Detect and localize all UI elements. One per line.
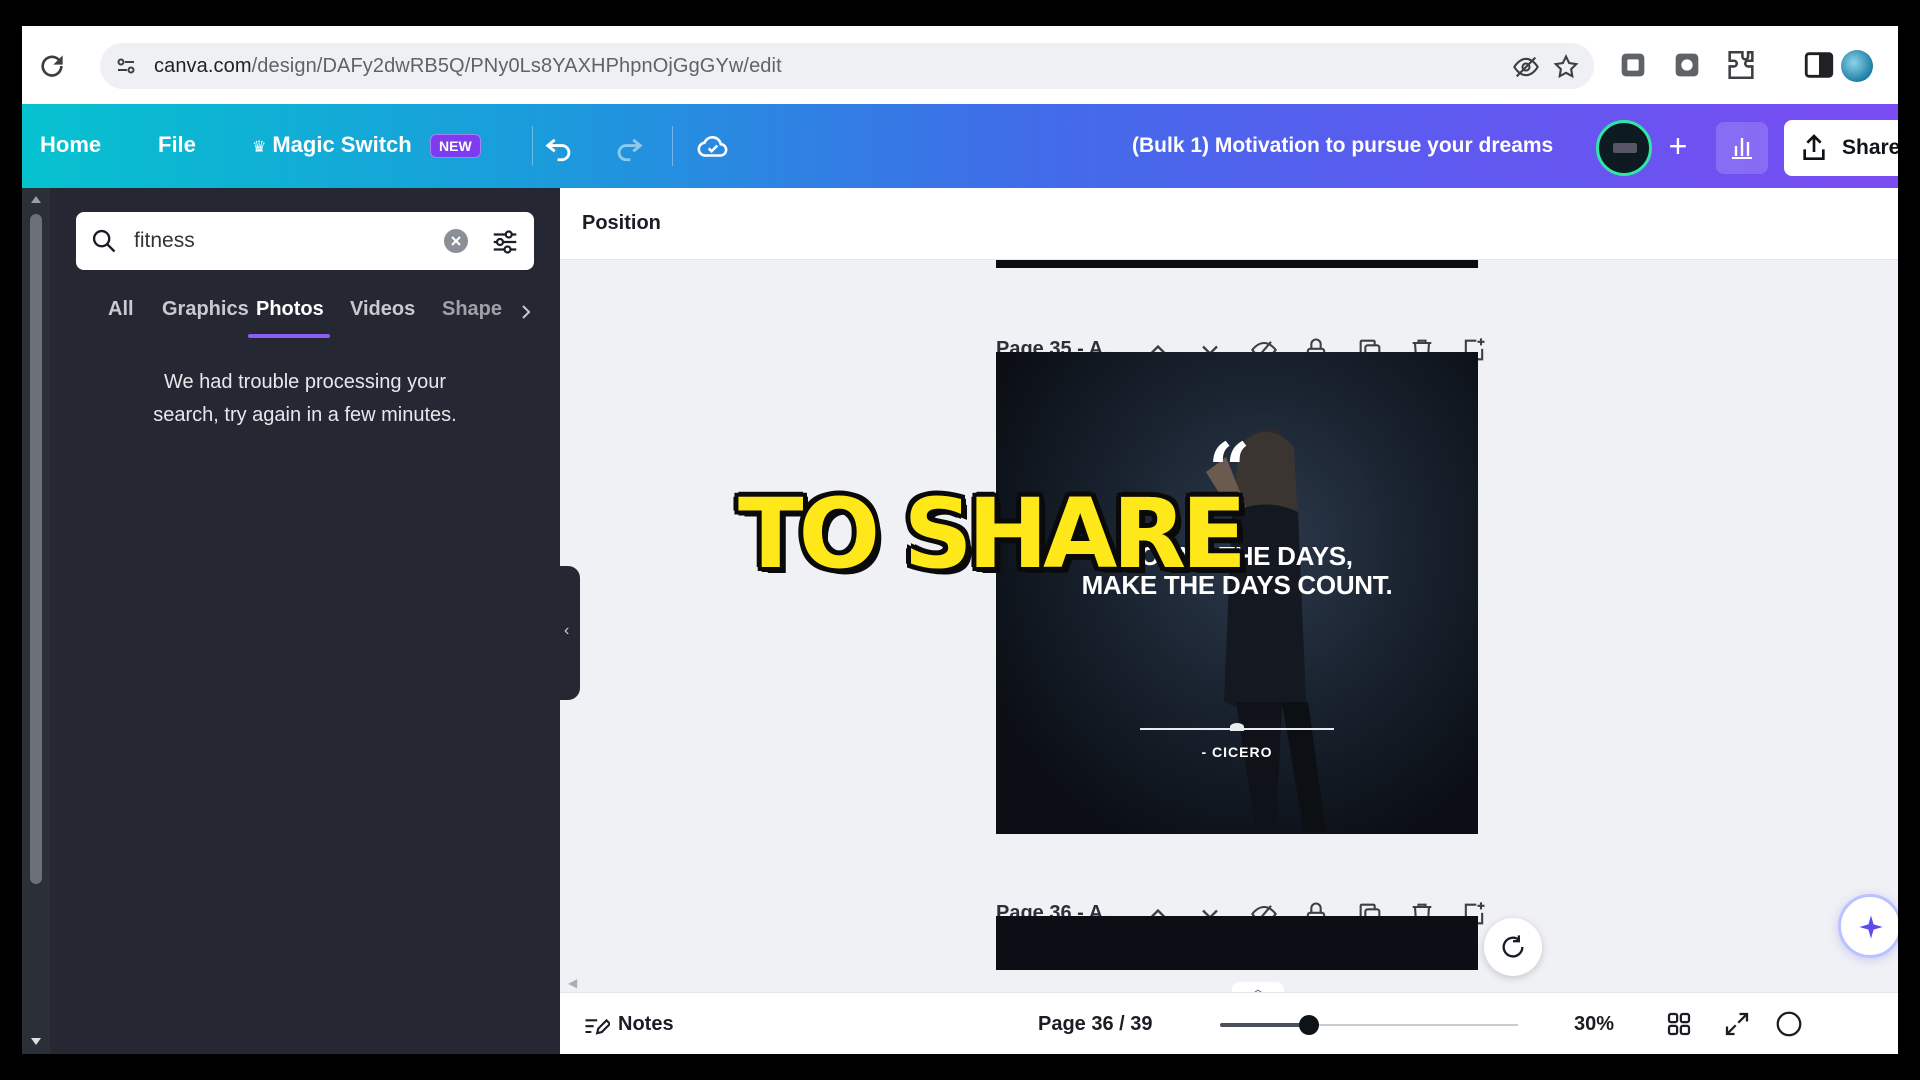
app-frame: canva.com/design/DAFy2dwRB5Q/PNy0Ls8YAXH… (22, 26, 1898, 1054)
zoom-slider-knob[interactable] (1299, 1015, 1320, 1035)
side-panel-icon[interactable] (1802, 48, 1836, 82)
divider-ornament (1230, 723, 1244, 731)
editor-footer: Notes Page 36 / 39 30% (560, 992, 1898, 1054)
magic-switch-button[interactable]: ♛ Magic Switch (252, 132, 412, 158)
extension-icon[interactable] (1670, 48, 1704, 82)
notes-label: Notes (618, 1013, 674, 1035)
tab-videos[interactable]: Videos (350, 298, 415, 321)
refresh-button[interactable] (1484, 918, 1542, 976)
context-toolbar: Position (560, 188, 1898, 260)
search-error-message: We had trouble processing your search, t… (90, 366, 520, 432)
zoom-level[interactable]: 30% (1574, 1013, 1614, 1036)
page-34-thumbnail-edge[interactable] (996, 260, 1478, 268)
file-menu-button[interactable]: File (158, 132, 196, 158)
cloud-saved-icon[interactable] (696, 130, 730, 164)
crown-icon: ♛ (252, 139, 267, 156)
magic-assistant-button[interactable] (1838, 894, 1898, 958)
header-divider (532, 126, 533, 166)
browser-profile-avatar[interactable] (1841, 50, 1873, 82)
tab-graphics[interactable]: Graphics (162, 298, 249, 321)
error-line: search, try again in a few minutes. (153, 404, 457, 426)
search-icon (92, 229, 116, 253)
magic-switch-label: Magic Switch (272, 132, 412, 157)
home-button[interactable]: Home (40, 132, 101, 158)
video-caption-overlay: TO SHARE (738, 478, 1247, 590)
eye-off-icon[interactable] (1512, 53, 1540, 81)
url-text[interactable]: canva.com/design/DAFy2dwRB5Q/PNy0Ls8YAXH… (154, 55, 782, 78)
tab-shapes[interactable]: Shape (442, 298, 502, 321)
add-collaborator-button[interactable]: + (1658, 128, 1698, 168)
editor-header: Home File ♛ Magic Switch NEW (Bulk 1) Mot… (22, 104, 1898, 188)
share-label: Share (1842, 136, 1898, 159)
scroll-thumb[interactable] (30, 214, 42, 884)
share-button[interactable]: Share (1784, 120, 1898, 176)
scroll-up-arrow[interactable] (31, 196, 41, 203)
notes-pencil-icon (585, 1018, 610, 1035)
fullscreen-icon[interactable] (1722, 1009, 1752, 1039)
refresh-icon (1502, 935, 1524, 958)
site-info-icon[interactable] (114, 54, 138, 78)
search-input[interactable] (134, 227, 434, 255)
browser-toolbar: canva.com/design/DAFy2dwRB5Q/PNy0Ls8YAXH… (22, 26, 1898, 104)
share-upload-icon (1803, 134, 1825, 160)
address-bar[interactable]: canva.com/design/DAFy2dwRB5Q/PNy0Ls8YAXH… (100, 43, 1594, 89)
quote-author[interactable]: - CICERO (996, 744, 1478, 760)
help-icon[interactable] (1774, 1009, 1804, 1039)
tab-all[interactable]: All (108, 298, 134, 321)
chevron-right-icon[interactable] (518, 302, 534, 322)
scroll-left-arrow[interactable]: ◀ (568, 976, 577, 990)
insights-button[interactable] (1716, 122, 1768, 174)
new-badge: NEW (430, 134, 481, 158)
page-35-canvas[interactable]: “ COUNT THE DAYS, MAKE THE DAYS COUNT. -… (996, 352, 1478, 834)
panel-scrollbar[interactable] (22, 188, 50, 1054)
redo-icon[interactable] (612, 130, 646, 164)
chevron-left-icon: ‹ (564, 622, 570, 639)
url-path: /design/DAFy2dwRB5Q/PNy0Ls8YAXHPhpnOjGgG… (251, 55, 782, 77)
clear-search-icon[interactable] (444, 229, 468, 253)
elements-panel: All Graphics Photos Videos Shape We had … (50, 188, 560, 1054)
position-button[interactable]: Position (582, 212, 661, 235)
url-host: canva.com (154, 55, 252, 77)
scroll-down-arrow[interactable] (31, 1038, 41, 1045)
zoom-slider-fill (1220, 1023, 1310, 1027)
tab-photos[interactable]: Photos (256, 298, 324, 321)
header-divider (672, 126, 673, 166)
extension-icon[interactable] (1616, 48, 1650, 82)
content-type-tabs: All Graphics Photos Videos Shape (76, 298, 536, 338)
document-title[interactable]: (Bulk 1) Motivation to pursue your dream… (1132, 134, 1553, 158)
bookmark-star-icon[interactable] (1552, 53, 1580, 81)
puzzle-icon[interactable] (1724, 48, 1758, 82)
filter-sliders-icon[interactable] (490, 227, 520, 257)
user-avatar[interactable] (1596, 120, 1652, 176)
reload-icon[interactable] (36, 50, 68, 82)
active-tab-indicator (248, 334, 330, 338)
page-36-canvas[interactable] (996, 916, 1478, 970)
error-line: We had trouble processing your (163, 371, 446, 393)
collapse-panel-handle[interactable]: ‹ (560, 566, 580, 700)
undo-icon[interactable] (542, 130, 576, 164)
grid-view-icon[interactable] (1664, 1009, 1694, 1039)
bar-chart-icon (1732, 138, 1752, 159)
page-counter[interactable]: Page 36 / 39 (1038, 1013, 1153, 1036)
sparkle-icon (1859, 915, 1883, 939)
search-box[interactable] (76, 212, 534, 270)
